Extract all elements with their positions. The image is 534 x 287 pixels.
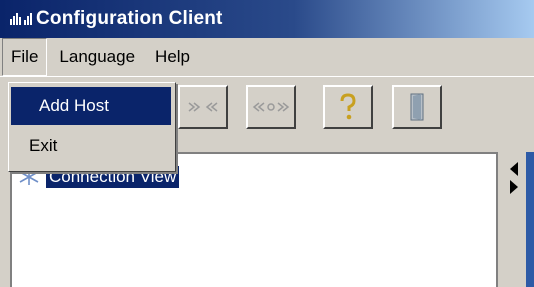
connect-icon <box>252 102 290 112</box>
menu-bar: File Language Help <box>0 38 534 76</box>
menu-help[interactable]: Help <box>147 38 198 76</box>
disconnect-button[interactable] <box>178 85 228 129</box>
right-pane-edge <box>526 152 534 287</box>
exit-door-icon <box>410 93 424 121</box>
menu-item-exit[interactable]: Exit <box>11 127 171 165</box>
app-icon <box>10 13 32 25</box>
help-icon <box>340 93 356 120</box>
help-button[interactable] <box>323 85 373 129</box>
title-bar: Configuration Client <box>0 0 534 38</box>
menu-language[interactable]: Language <box>51 38 143 76</box>
splitter-panel <box>496 152 534 287</box>
disconnect-icon <box>188 102 218 112</box>
collapse-left-icon[interactable] <box>510 162 518 176</box>
menu-item-add-host[interactable]: Add Host <box>11 87 171 125</box>
connection-tree[interactable]: Connection View <box>10 152 496 287</box>
connect-button[interactable] <box>246 85 296 129</box>
file-dropdown-menu: Add Host Exit <box>8 82 176 172</box>
expand-right-icon[interactable] <box>510 180 518 194</box>
menu-file[interactable]: File <box>2 38 48 76</box>
window-title: Configuration Client <box>36 8 223 29</box>
exit-button[interactable] <box>392 85 442 129</box>
